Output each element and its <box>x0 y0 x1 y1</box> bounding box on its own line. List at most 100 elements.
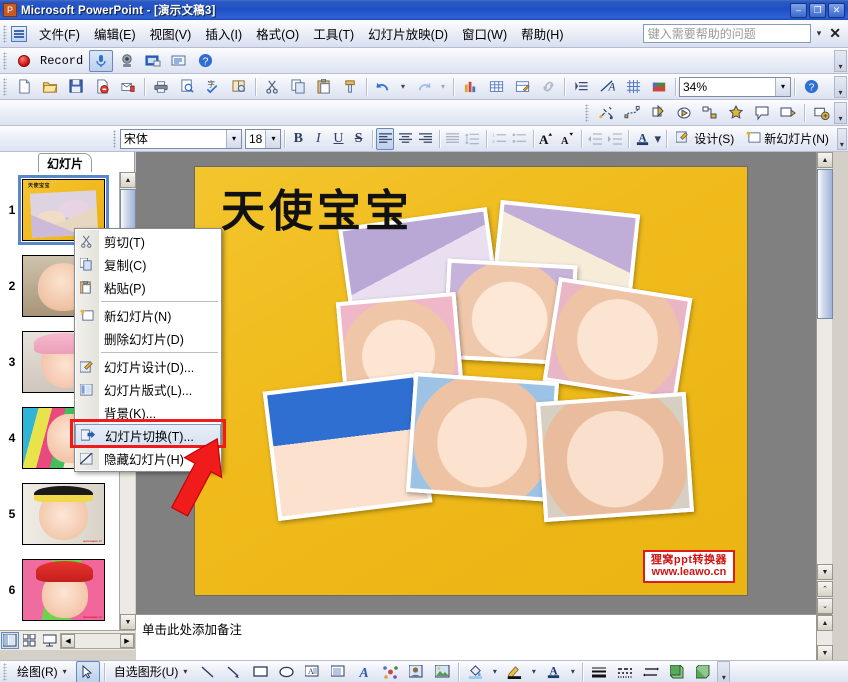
record-button[interactable] <box>12 50 36 72</box>
menu-help[interactable]: 帮助(H) <box>514 21 570 46</box>
oval-icon[interactable] <box>274 661 298 682</box>
redo-dropdown-icon[interactable]: ▾ <box>437 76 449 98</box>
undo-dropdown-icon[interactable]: ▾ <box>397 76 409 98</box>
redo-icon[interactable] <box>411 76 435 98</box>
line-color-dropdown-icon[interactable]: ▾ <box>528 661 539 682</box>
new-icon[interactable] <box>12 76 36 98</box>
slide-thumbnail-5[interactable]: www.leawo.cn <box>22 483 105 545</box>
context-menu-item-slide-layout[interactable]: 幻灯片版式(L)... <box>75 378 221 401</box>
arrow-icon[interactable] <box>222 661 246 682</box>
font-size-dropdown-icon[interactable]: ▾ <box>265 129 281 148</box>
zoom-combo[interactable]: 34% ▾ <box>679 76 791 97</box>
select-objects-icon[interactable] <box>75 660 100 682</box>
picture-icon[interactable] <box>430 661 454 682</box>
preview-icon[interactable] <box>776 102 800 124</box>
print-icon[interactable] <box>149 76 173 98</box>
color-grayscale-icon[interactable] <box>647 76 671 98</box>
context-menu-item-delete-slide[interactable]: 删除幻灯片(D) <box>75 327 221 350</box>
new-slide-button[interactable]: 新幻灯片(N) <box>740 128 835 150</box>
numbering-button[interactable]: 12 <box>490 128 508 150</box>
menu-grip[interactable] <box>3 24 7 43</box>
scroll-left-button[interactable]: ◀ <box>61 633 75 648</box>
shadow-style-icon[interactable] <box>665 661 689 682</box>
print-preview-icon[interactable] <box>175 76 199 98</box>
menu-format[interactable]: 格式(O) <box>249 21 306 46</box>
context-menu-item-hide-slide[interactable]: 隐藏幻灯片(H) <box>75 447 221 470</box>
fill-color-icon[interactable] <box>463 661 487 682</box>
scroll-up-button[interactable]: ▲ <box>817 615 833 631</box>
record-toolbar-overflow[interactable]: ▾ <box>834 49 847 72</box>
align-right-button[interactable] <box>417 128 435 150</box>
ask-a-question-input[interactable]: 键入需要帮助的问题 <box>642 24 811 43</box>
star-effect-icon[interactable] <box>724 102 748 124</box>
italic-button[interactable]: I <box>309 128 327 150</box>
decrease-indent-button[interactable] <box>586 128 604 150</box>
justify-button[interactable] <box>443 128 461 150</box>
presenter-icon[interactable] <box>167 50 191 72</box>
microphone-icon[interactable] <box>89 49 114 72</box>
context-menu-item-slide-transition[interactable]: 幻灯片切换(T)... <box>75 424 221 447</box>
font-color-dropdown-icon[interactable]: ▾ <box>567 661 578 682</box>
photo-right-mid[interactable] <box>542 277 693 402</box>
font-name-combo[interactable]: 宋体 ▾ <box>119 128 243 149</box>
menu-insert[interactable]: 插入(I) <box>198 21 249 46</box>
rectangle-icon[interactable] <box>248 661 272 682</box>
text-shadow-button[interactable]: S <box>350 128 368 150</box>
order-effect-icon[interactable] <box>672 102 696 124</box>
animation-toolbar-overflow[interactable]: ▾ <box>834 101 847 124</box>
notes-scrollbar[interactable]: ▲ ▼ <box>816 615 833 661</box>
menu-file[interactable]: 文件(F) <box>32 21 87 46</box>
next-slide-button[interactable]: ⌄ <box>817 598 833 614</box>
menu-edit[interactable]: 编辑(E) <box>87 21 143 46</box>
insert-table-icon[interactable] <box>484 76 508 98</box>
tables-borders-icon[interactable] <box>510 76 534 98</box>
motion-path-icon[interactable] <box>620 102 644 124</box>
horizontal-scrollbar[interactable]: ◀ ▶ <box>60 632 135 649</box>
decrease-font-size-button[interactable]: A <box>558 128 577 150</box>
line-color-icon[interactable] <box>502 661 526 682</box>
animation-toolbar-grip[interactable] <box>585 103 589 122</box>
font-name-dropdown-icon[interactable]: ▾ <box>226 129 242 148</box>
line-style-icon[interactable] <box>587 661 611 682</box>
menu-tools[interactable]: 工具(T) <box>306 21 361 46</box>
scroll-down-button[interactable]: ▼ <box>817 564 833 580</box>
align-left-button[interactable] <box>376 127 395 150</box>
paste-icon[interactable] <box>312 76 336 98</box>
help-icon[interactable]: ? <box>799 76 823 98</box>
editor-vertical-scrollbar[interactable]: ▲ ▼ ⌃ ⌄ <box>816 152 833 614</box>
line-spacing-button[interactable] <box>464 128 482 150</box>
context-menu-item-new-slide[interactable]: 新幻灯片(N) <box>75 304 221 327</box>
close-document-button[interactable]: ✕ <box>827 25 848 42</box>
scroll-down-button[interactable]: ▼ <box>817 645 833 661</box>
restore-button[interactable]: ❐ <box>809 2 826 18</box>
tab-slides[interactable]: 幻灯片 <box>38 153 93 172</box>
slide-thumbnail-6[interactable]: www.leawo.cn <box>22 559 105 621</box>
3d-style-icon[interactable] <box>691 661 715 682</box>
list-item[interactable]: 6 www.leawo.cn <box>0 552 119 628</box>
scroll-down-button[interactable]: ▼ <box>120 614 136 630</box>
hyperlink-icon[interactable] <box>536 76 560 98</box>
autoshapes-menu-button[interactable]: 自选图形(U) ▾ <box>108 661 196 682</box>
slide-context-menu[interactable]: 剪切(T) 复制(C) 粘贴(P) 新幻灯片(N) 删除幻灯片(D) 幻灯片设计… <box>74 228 222 472</box>
slide-editor[interactable]: 天使宝宝 狸窝ppt转换器 www.leawo.cn ▲ ▼ ⌃ ⌄ <box>136 152 833 614</box>
slide-canvas[interactable]: 天使宝宝 狸窝ppt转换器 www.leawo.cn <box>194 166 748 596</box>
drawing-toolbar-overflow[interactable]: ▾ <box>717 660 731 682</box>
menu-window[interactable]: 窗口(W) <box>455 21 514 46</box>
scroll-right-button[interactable]: ▶ <box>120 633 134 648</box>
clip-art-icon[interactable] <box>404 661 428 682</box>
open-icon[interactable] <box>38 76 62 98</box>
insert-chart-icon[interactable] <box>458 76 482 98</box>
previous-slide-button[interactable]: ⌃ <box>817 581 833 597</box>
text-box-icon[interactable]: A <box>300 661 324 682</box>
diagram-icon[interactable] <box>378 661 402 682</box>
context-menu-item-copy[interactable]: 复制(C) <box>75 253 221 276</box>
zoom-dropdown-icon[interactable]: ▾ <box>775 77 790 96</box>
record-toolbar-grip[interactable] <box>3 51 7 70</box>
diagram-icon[interactable] <box>698 102 722 124</box>
copy-icon[interactable] <box>286 76 310 98</box>
photo-right-low[interactable] <box>535 391 695 523</box>
help-icon[interactable]: ? <box>193 50 217 72</box>
scrollbar-thumb[interactable] <box>817 169 833 319</box>
font-color-dropdown-icon[interactable]: ▾ <box>653 128 662 150</box>
bold-button[interactable]: B <box>289 128 307 150</box>
